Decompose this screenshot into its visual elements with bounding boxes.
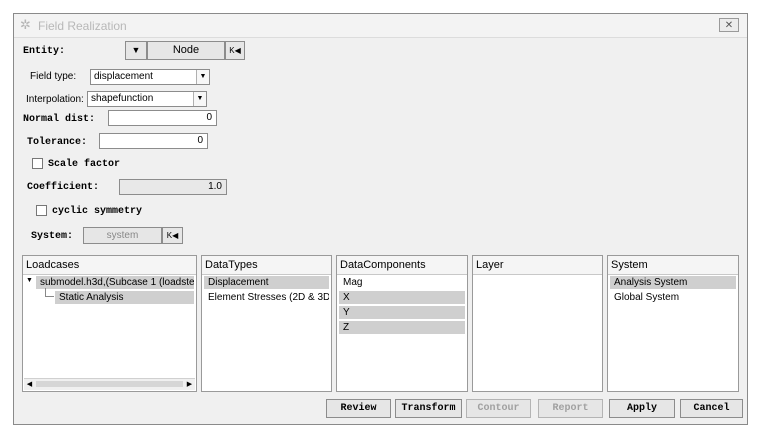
field-realization-dialog: ✲ Field Realization ✕ Entity: ▼ Node K◀ … xyxy=(13,13,748,425)
loadcases-header: Loadcases xyxy=(23,256,196,275)
scrollbar-thumb[interactable] xyxy=(36,381,183,387)
scale-factor-checkbox[interactable] xyxy=(32,158,43,169)
interpolation-value: shapefunction xyxy=(91,93,154,104)
datatypes-panel: DataTypes Displacement Element Stresses … xyxy=(201,255,332,392)
datacomponents-panel: DataComponents Mag X Y Z xyxy=(336,255,468,392)
system-panel: System Analysis System Global System xyxy=(607,255,739,392)
tolerance-label: Tolerance: xyxy=(27,137,88,148)
datacomponent-item[interactable]: Mag xyxy=(339,276,465,289)
chevron-down-icon[interactable]: ▼ xyxy=(196,70,209,84)
tree-connector xyxy=(45,288,54,297)
window-title: Field Realization xyxy=(38,19,127,33)
interpolation-combo[interactable]: shapefunction ▼ xyxy=(87,91,207,107)
cyclic-symmetry-label: cyclic symmetry xyxy=(52,206,143,217)
cyclic-symmetry-checkbox[interactable] xyxy=(36,205,47,216)
field-type-combo[interactable]: displacement ▼ xyxy=(90,69,210,85)
system-select-button[interactable]: system xyxy=(83,227,162,244)
system-item[interactable]: Global System xyxy=(610,291,736,304)
cancel-button[interactable]: Cancel xyxy=(680,399,743,418)
entity-dropdown-button[interactable]: ▼ xyxy=(125,41,147,60)
system-label: System: xyxy=(31,231,74,242)
field-type-value: displacement xyxy=(94,71,153,82)
report-button[interactable]: Report xyxy=(538,399,603,418)
loadcase-root-item[interactable]: submodel.h3d,(Subcase 1 (loadstep1) xyxy=(36,276,194,289)
review-button[interactable]: Review xyxy=(326,399,391,418)
system-header: System xyxy=(608,256,738,275)
chevron-down-icon: ▼ xyxy=(131,45,141,55)
scroll-right-icon[interactable]: ▶ xyxy=(184,379,195,390)
datatype-item[interactable]: Element Stresses (2D & 3D) xyxy=(204,291,329,304)
loadcase-child-item[interactable]: Static Analysis xyxy=(55,291,194,304)
datacomponent-item[interactable]: Y xyxy=(339,306,465,319)
horizontal-scrollbar[interactable]: ◀ ▶ xyxy=(24,378,195,390)
system-item[interactable]: Analysis System xyxy=(610,276,736,289)
scale-factor-label: Scale factor xyxy=(48,159,121,170)
chevron-down-icon[interactable]: ▼ xyxy=(193,92,206,106)
close-button[interactable]: ✕ xyxy=(719,18,739,32)
entity-label: Entity: xyxy=(23,46,66,57)
datacomponents-header: DataComponents xyxy=(337,256,467,275)
entity-reset-button[interactable]: K◀ xyxy=(225,41,245,60)
layer-panel: Layer xyxy=(472,255,603,392)
reset-icon: K◀ xyxy=(229,46,241,55)
entity-select-button[interactable]: Node xyxy=(147,41,225,60)
datatype-item[interactable]: Displacement xyxy=(204,276,329,289)
datacomponent-item[interactable]: Z xyxy=(339,321,465,334)
tolerance-input[interactable]: 0 xyxy=(99,133,208,149)
datatypes-header: DataTypes xyxy=(202,256,331,275)
coefficient-label: Coefficient: xyxy=(27,182,100,193)
loadcases-panel: Loadcases ▼ submodel.h3d,(Subcase 1 (loa… xyxy=(22,255,197,392)
transform-button[interactable]: Transform xyxy=(395,399,462,418)
layer-header: Layer xyxy=(473,256,602,275)
apply-button[interactable]: Apply xyxy=(609,399,675,418)
scroll-left-icon[interactable]: ◀ xyxy=(24,379,35,390)
datacomponent-item[interactable]: X xyxy=(339,291,465,304)
normal-dist-input[interactable]: 0 xyxy=(108,110,217,126)
normal-dist-label: Normal dist: xyxy=(23,114,96,125)
coefficient-input: 1.0 xyxy=(119,179,227,195)
reset-icon: K◀ xyxy=(166,231,179,240)
system-reset-button[interactable]: K◀ xyxy=(162,227,183,244)
contour-button[interactable]: Contour xyxy=(466,399,531,418)
expand-arrow-icon[interactable]: ▼ xyxy=(26,277,33,284)
field-type-label: Field type: xyxy=(30,71,77,82)
title-bar: ✲ Field Realization ✕ xyxy=(14,14,747,38)
app-gear-icon: ✲ xyxy=(20,17,31,32)
interpolation-label: Interpolation: xyxy=(26,94,84,105)
